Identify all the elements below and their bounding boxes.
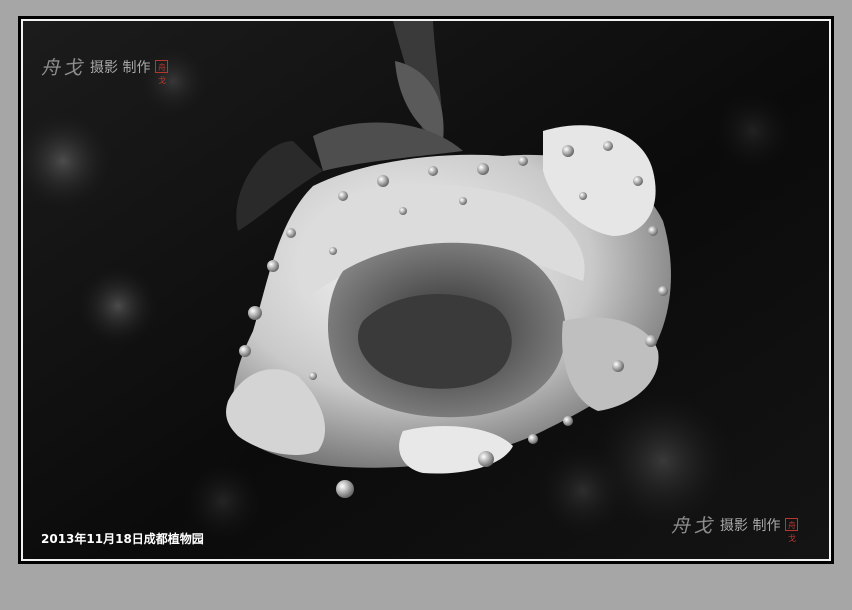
photo-frame: 舟戈 摄影 制作 舟戈 舟戈 摄影 制作 舟戈 2013年11月18日成都植物园 (18, 16, 834, 564)
photo-caption: 2013年11月18日成都植物园 (41, 532, 204, 546)
watermark-mid-text: 摄影 制作 (720, 517, 781, 534)
flower-photo: 舟戈 摄影 制作 舟戈 舟戈 摄影 制作 舟戈 2013年11月18日成都植物园 (23, 21, 829, 559)
watermark-brush-text: 舟戈 (671, 515, 716, 537)
watermark-seal: 舟戈 (155, 60, 169, 85)
watermark-mid-text: 摄影 制作 (90, 59, 151, 76)
watermark-seal: 舟戈 (785, 518, 799, 543)
flower-illustration (23, 21, 829, 559)
watermark-brush-text: 舟戈 (41, 57, 86, 79)
watermark-top-left: 舟戈 摄影 制作 舟戈 (41, 53, 169, 85)
watermark-bottom-right: 舟戈 摄影 制作 舟戈 (671, 511, 799, 543)
